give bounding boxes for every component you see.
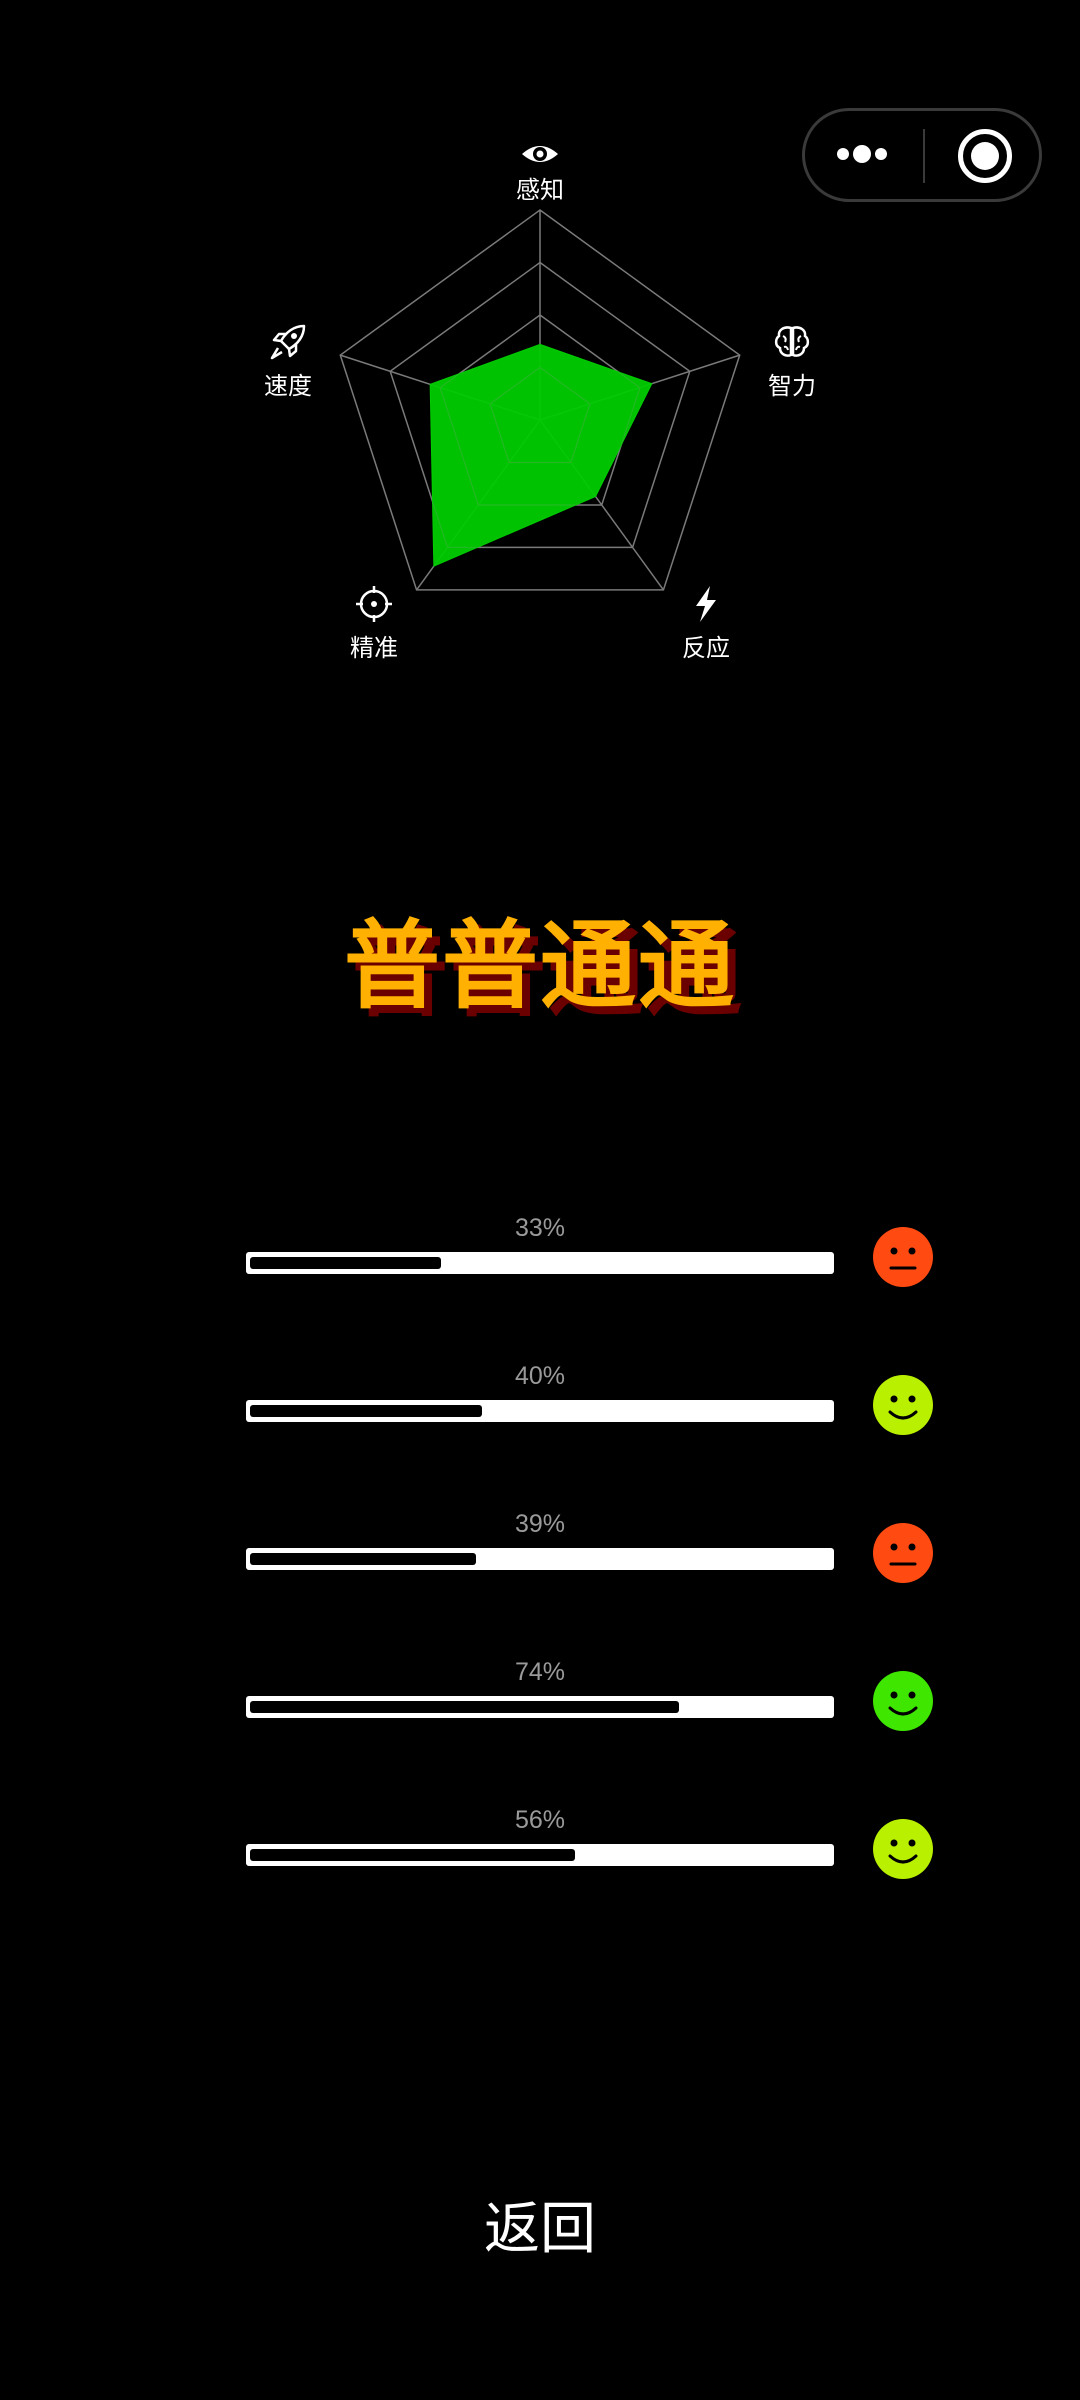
neutral-face-icon <box>872 1522 934 1584</box>
smile-face-icon <box>872 1670 934 1732</box>
smile-face-icon <box>872 1818 934 1880</box>
score-progress-fill <box>250 1405 482 1417</box>
radar-axis-label-speed: 速度 <box>264 372 312 400</box>
result-headline: 普普通通 <box>344 910 736 1022</box>
score-row: 39% <box>246 1510 936 1590</box>
target-icon <box>354 584 394 624</box>
score-percent: 39% <box>514 1510 566 1538</box>
score-progress-bar <box>246 1252 834 1274</box>
score-progress-bar <box>246 1548 834 1570</box>
radar-axis-label-precision: 精准 <box>350 634 398 662</box>
score-row: 33% <box>246 1214 936 1294</box>
score-progress-fill <box>250 1701 679 1713</box>
radar-axis-label-reaction: 反应 <box>682 634 730 662</box>
score-progress-fill <box>250 1553 476 1565</box>
lightning-icon <box>686 584 726 624</box>
score-percent: 40% <box>514 1362 566 1390</box>
score-progress-bar <box>246 1400 834 1422</box>
score-row: 40% <box>246 1362 936 1442</box>
score-progress-bar <box>246 1844 834 1866</box>
score-row: 56% <box>246 1806 936 1886</box>
radar-chart <box>339 209 741 591</box>
score-progress-bar <box>246 1696 834 1718</box>
rocket-icon <box>268 322 308 362</box>
radar-axis-label-perception: 感知 <box>516 176 564 204</box>
eye-icon <box>520 134 560 174</box>
score-percent: 33% <box>514 1214 566 1242</box>
score-percent: 56% <box>514 1806 566 1834</box>
neutral-face-icon <box>872 1226 934 1288</box>
score-row: 74% <box>246 1658 936 1738</box>
score-progress-fill <box>250 1257 441 1269</box>
back-button[interactable]: 返回 <box>440 2180 640 2280</box>
brain-icon <box>772 322 812 362</box>
score-progress-fill <box>250 1849 575 1861</box>
smile-face-icon <box>872 1374 934 1436</box>
radar-axis-label-intelligence: 智力 <box>768 372 816 400</box>
score-percent: 74% <box>514 1658 566 1686</box>
